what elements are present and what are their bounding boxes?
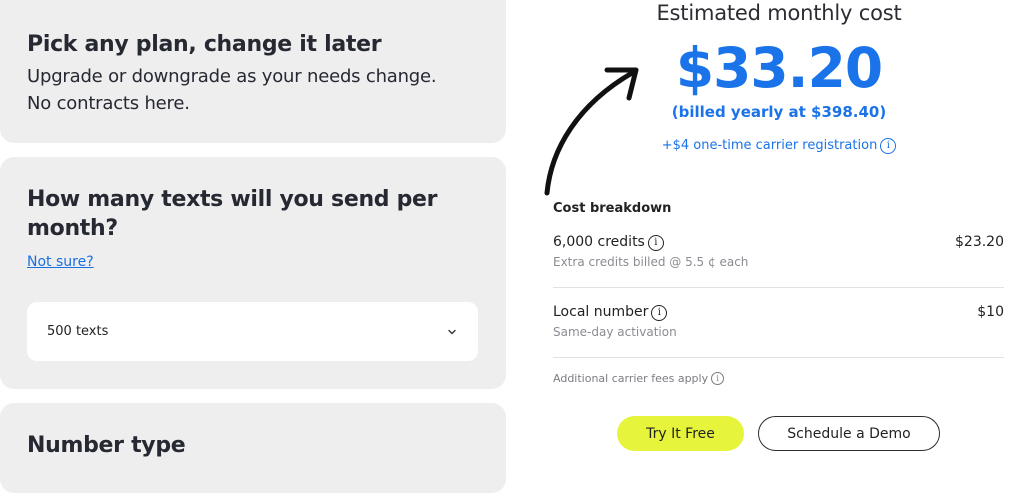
plan-card-title: Pick any plan, change it later — [27, 32, 382, 57]
info-icon[interactable]: i — [711, 372, 725, 385]
local-number-label: Local number i — [553, 304, 1004, 321]
number-type-title: Number type — [27, 433, 186, 458]
carrier-fees-text: Additional carrier fees apply — [553, 372, 709, 385]
estimate-title: Estimated monthly cost — [656, 1, 902, 25]
texts-card-title-line1: How many texts will you send per — [27, 187, 438, 212]
credits-label-text: 6,000 credits — [553, 234, 645, 250]
local-number-subtext: Same-day activation — [553, 325, 677, 339]
credits-label: 6,000 credits i — [553, 234, 1004, 251]
number-type-card: Number type — [0, 403, 506, 493]
carrier-registration-note: +$4 one-time carrier registration i — [560, 138, 998, 154]
divider — [553, 357, 1004, 358]
info-icon[interactable]: i — [647, 235, 664, 251]
monthly-price: $33.20 — [675, 36, 883, 100]
chevron-down-icon — [448, 329, 456, 334]
credits-price: $23.20 — [955, 234, 1004, 250]
plan-card-description-line2: No contracts here. — [27, 93, 190, 114]
texts-card: How many texts will you send per month? … — [0, 157, 506, 389]
texts-card-title-line2: month? — [27, 216, 118, 241]
schedule-demo-button[interactable]: Schedule a Demo — [758, 416, 940, 451]
breakdown-row-credits: 6,000 credits i Extra credits billed @ 5.… — [553, 234, 1004, 269]
cost-breakdown-title: Cost breakdown — [553, 201, 672, 216]
plan-card-description-line1: Upgrade or downgrade as your needs chang… — [27, 66, 437, 87]
texts-select-value: 500 texts — [47, 324, 109, 339]
info-icon[interactable]: i — [651, 305, 668, 321]
carrier-registration-text: +$4 one-time carrier registration — [661, 138, 878, 153]
breakdown-row-local-number: Local number i Same-day activation $10 — [553, 304, 1004, 339]
carrier-fees-note: Additional carrier fees apply i — [553, 372, 725, 385]
info-icon[interactable]: i — [880, 138, 897, 154]
not-sure-link[interactable]: Not sure? — [27, 254, 94, 270]
billed-yearly-text: (billed yearly at $398.40) — [671, 103, 887, 121]
divider — [553, 287, 1004, 288]
try-it-free-button[interactable]: Try It Free — [617, 416, 744, 451]
credits-subtext: Extra credits billed @ 5.5 ¢ each — [553, 255, 749, 269]
local-number-price: $10 — [977, 304, 1004, 320]
local-number-label-text: Local number — [553, 304, 649, 320]
plan-card: Pick any plan, change it later Upgrade o… — [0, 0, 506, 143]
texts-per-month-select[interactable]: 500 texts — [27, 302, 478, 361]
